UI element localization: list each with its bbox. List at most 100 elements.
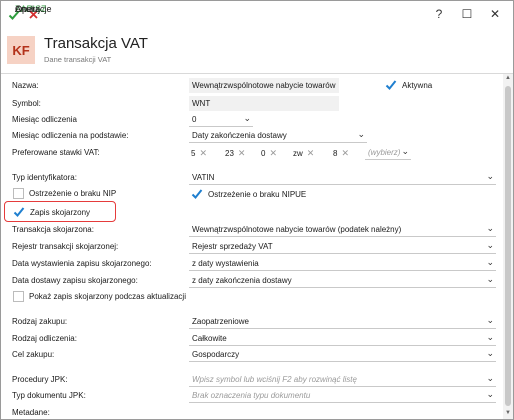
chevron-down-icon: ⌄ — [401, 146, 409, 156]
data-wystawienia-select[interactable]: z daty wystawienia ⌄ — [189, 256, 496, 271]
ostrzezenie-nipue-label: Ostrzeżenie o braku NIPUE — [208, 189, 307, 199]
transakcja-skojarzona-label: Transakcja skojarzona: — [12, 225, 94, 234]
aktywna-label: Aktywna — [402, 80, 433, 90]
help-button[interactable]: ? — [425, 4, 453, 24]
minimize-button[interactable]: ☐ — [453, 4, 481, 24]
form-header: KF Transakcja VAT Dane transakcji VAT — [1, 28, 513, 69]
rodzaj-odliczenia-value: Całkowite — [192, 334, 227, 343]
symbol-label: Symbol: — [12, 99, 41, 108]
highlight-box — [4, 201, 116, 222]
vat-tag-4[interactable]: 8 ✕ — [333, 145, 349, 159]
row-procedury-jpk: Procedury JPK: Wpisz symbol lub wciśnij … — [1, 372, 503, 388]
typ-identyfikatora-label: Typ identyfikatora: — [12, 173, 77, 182]
remove-x-icon[interactable]: ✕ — [341, 148, 349, 159]
checkbox-box — [13, 188, 24, 199]
operations-menu-button[interactable]: Operacje — [15, 4, 52, 25]
chevron-down-icon: ⌄ — [486, 257, 494, 267]
vat-tag-1[interactable]: 23 ✕ — [225, 145, 245, 159]
scroll-down-icon[interactable]: ▼ — [504, 410, 512, 418]
aktywna-checkbox[interactable]: Aktywna — [385, 79, 432, 91]
miesiac-odliczenia-value: 0 — [192, 115, 197, 124]
close-button[interactable]: ✕ — [481, 4, 509, 24]
miesiac-odliczenia-select[interactable]: 0 ⌄ — [189, 112, 253, 127]
window-controls: ? ☐ ✕ — [425, 4, 509, 24]
row-data-wystawienia: Data wystawienia zapisu skojarzonego: z … — [1, 256, 503, 272]
row-miesiac-odliczenia: Miesiąc odliczenia 0 ⌄ — [1, 112, 503, 128]
checkmark-icon — [191, 189, 203, 199]
typ-identyfikatora-select[interactable]: VATIN ⌄ — [189, 170, 496, 185]
chevron-down-icon: ⌄ — [486, 389, 494, 399]
ostrzezenie-nip-checkbox[interactable]: Ostrzeżenie o braku NIP — [13, 188, 116, 199]
typ-dokumentu-jpk-select[interactable]: Brak oznaczenia typu dokumentu ⌄ — [189, 388, 496, 403]
chevron-down-icon: ⌄ — [486, 171, 494, 181]
remove-x-icon[interactable]: ✕ — [199, 148, 207, 159]
typ-identyfikatora-value: VATIN — [192, 173, 215, 182]
nazwa-input[interactable]: Wewnątrzwspólnotowe nabycie towarów — [189, 78, 339, 93]
procedury-jpk-select[interactable]: Wpisz symbol lub wciśnij F2 aby rozwinąć… — [189, 372, 496, 387]
row-symbol: Symbol: WNT — [1, 96, 503, 112]
rejestr-label: Rejestr transakcji skojarzonej: — [12, 242, 119, 251]
vat-rates-select[interactable]: (wybierz) ⌄ — [365, 145, 411, 160]
chevron-down-icon: ⌄ — [486, 240, 494, 250]
transakcja-skojarzona-select[interactable]: Wewnątrzwspólnotowe nabycie towarów (pod… — [189, 222, 496, 237]
typ-dokumentu-jpk-placeholder: Brak oznaczenia typu dokumentu — [192, 391, 311, 400]
miesiac-podstawa-label: Miesiąc odliczenia na podstawie: — [12, 131, 129, 140]
row-rejestr: Rejestr transakcji skojarzonej: Rejestr … — [1, 239, 503, 255]
remove-x-icon[interactable]: ✕ — [238, 148, 246, 159]
row-metadane: Metadane: — [1, 405, 503, 419]
nazwa-label: Nazwa: — [12, 81, 39, 90]
toolbar: ZAPISZ Anuluj Operacje ? ☐ ✕ — [1, 1, 513, 28]
operations-label: Operacje — [15, 4, 52, 14]
chevron-down-icon: ⌄ — [486, 223, 494, 233]
cel-zakupu-select[interactable]: Gospodarczy ⌄ — [189, 347, 496, 362]
row-miesiac-podstawa: Miesiąc odliczenia na podstawie: Daty za… — [1, 128, 503, 144]
vat-tag-value: 23 — [225, 149, 234, 158]
row-pokaz-zapis: Pokaż zapis skojarzony podczas aktualiza… — [1, 290, 503, 306]
typ-dokumentu-jpk-label: Typ dokumentu JPK: — [12, 391, 86, 400]
vat-tag-2[interactable]: 0 ✕ — [261, 145, 277, 159]
page-subtitle: Dane transakcji VAT — [44, 55, 112, 64]
app-logo: KF — [7, 36, 35, 64]
metadane-label: Metadane: — [12, 408, 50, 417]
chevron-down-icon: ⌄ — [486, 315, 494, 325]
rejestr-value: Rejestr sprzedaży VAT — [192, 242, 273, 251]
rodzaj-zakupu-label: Rodzaj zakupu: — [12, 317, 68, 326]
vat-tag-value: zw — [293, 149, 303, 158]
ostrzezenie-nip-label: Ostrzeżenie o braku NIP — [29, 189, 117, 198]
remove-x-icon[interactable]: ✕ — [269, 148, 277, 159]
vat-tag-0[interactable]: 5 ✕ — [191, 145, 207, 159]
miesiac-podstawa-select[interactable]: Daty zakończenia dostawy ⌄ — [189, 128, 367, 143]
cel-zakupu-value: Gospodarczy — [192, 350, 240, 359]
cel-zakupu-label: Cel zakupu: — [12, 350, 55, 359]
rejestr-select[interactable]: Rejestr sprzedaży VAT ⌄ — [189, 239, 496, 254]
data-dostawy-select[interactable]: z daty zakończenia dostawy ⌄ — [189, 273, 496, 288]
chevron-down-icon: ⌄ — [486, 373, 494, 383]
scroll-up-icon[interactable]: ▲ — [504, 75, 512, 83]
rodzaj-zakupu-select[interactable]: Zaopatrzeniowe ⌄ — [189, 314, 496, 329]
row-typ-identyfikatora: Typ identyfikatora: VATIN ⌄ — [1, 170, 503, 186]
vertical-scrollbar[interactable]: ▲ ▼ — [503, 74, 513, 419]
chevron-down-icon: ⌄ — [243, 113, 251, 123]
row-rodzaj-odliczenia: Rodzaj odliczenia: Całkowite ⌄ — [1, 331, 503, 347]
row-cel-zakupu: Cel zakupu: Gospodarczy ⌄ — [1, 347, 503, 363]
chevron-down-icon: ⌄ — [357, 129, 365, 139]
vat-tag-3[interactable]: zw ✕ — [293, 145, 314, 159]
scrollbar-thumb[interactable] — [505, 86, 511, 406]
chevron-down-icon: ⌄ — [486, 274, 494, 284]
rodzaj-odliczenia-select[interactable]: Całkowite ⌄ — [189, 331, 496, 346]
ostrzezenie-nipue-checkbox[interactable]: Ostrzeżenie o braku NIPUE — [191, 188, 306, 200]
pokaz-zapis-label: Pokaż zapis skojarzony podczas aktualiza… — [29, 292, 186, 301]
data-dostawy-value: z daty zakończenia dostawy — [192, 276, 292, 285]
pokaz-zapis-checkbox[interactable]: Pokaż zapis skojarzony podczas aktualiza… — [13, 291, 186, 302]
row-typ-dokumentu-jpk: Typ dokumentu JPK: Brak oznaczenia typu … — [1, 388, 503, 404]
rodzaj-zakupu-value: Zaopatrzeniowe — [192, 317, 249, 326]
form-body: Nazwa: Wewnątrzwspólnotowe nabycie towar… — [1, 74, 503, 419]
page-title: Transakcja VAT — [44, 35, 148, 52]
symbol-input[interactable]: WNT — [189, 96, 339, 111]
vat-tag-value: 8 — [333, 149, 338, 158]
row-rodzaj-zakupu: Rodzaj zakupu: Zaopatrzeniowe ⌄ — [1, 314, 503, 330]
checkmark-icon — [385, 80, 397, 90]
rodzaj-odliczenia-label: Rodzaj odliczenia: — [12, 334, 77, 343]
remove-x-icon[interactable]: ✕ — [307, 148, 315, 159]
stawki-label: Preferowane stawki VAT: — [12, 148, 100, 157]
